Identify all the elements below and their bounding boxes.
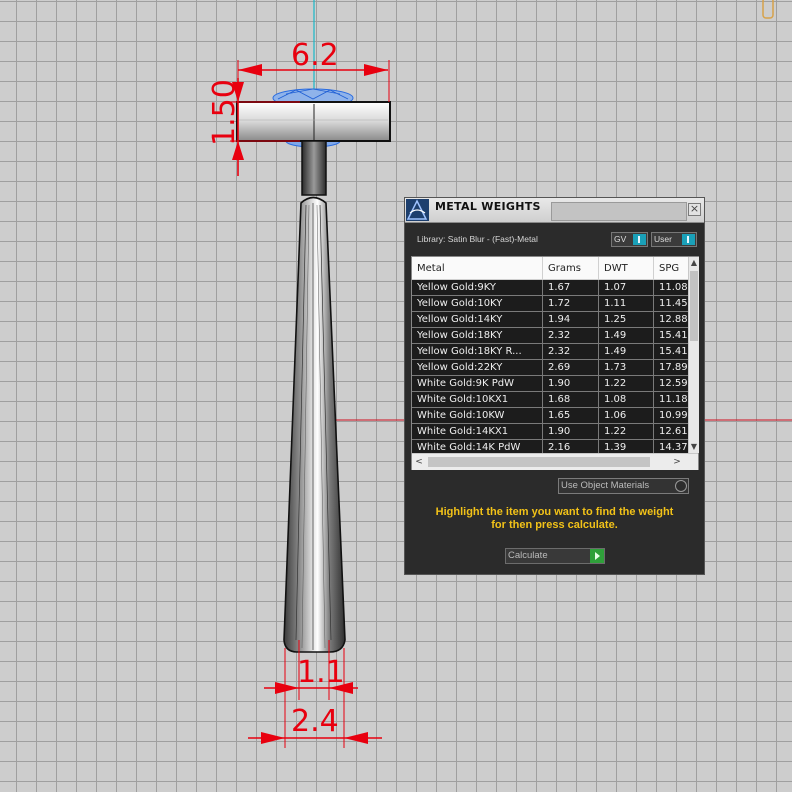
user-toggle[interactable]: User	[651, 232, 697, 247]
instructions-line-1: Highlight the item you want to find the …	[435, 506, 674, 518]
dwt-cell: 1.49	[598, 328, 653, 344]
app-logo-icon	[406, 199, 429, 221]
scroll-right-icon[interactable]: >	[670, 454, 684, 470]
table-row[interactable]: Yellow Gold:22KY 2.69 1.73 17.89	[412, 360, 688, 376]
grams-cell: 1.68	[542, 392, 598, 408]
table-row[interactable]: Yellow Gold:10KY 1.72 1.11 11.45	[412, 296, 688, 312]
table-header-row: Metal Grams DWT SPG	[412, 257, 688, 280]
spg-cell: 10.99	[653, 408, 688, 424]
dim-outer-width-label: 2.4	[291, 704, 339, 739]
spg-cell: 15.41	[653, 328, 688, 344]
dwt-cell: 1.08	[598, 392, 653, 408]
metal-grid: Metal Grams DWT SPG Yellow Gold:9KY 1.67 1…	[412, 257, 688, 453]
horizontal-scrollbar[interactable]: < >	[412, 453, 698, 470]
dim-inner-width-label: 1.1	[297, 655, 345, 690]
panel-title: METAL WEIGHTS	[435, 200, 541, 213]
grams-cell: 1.67	[542, 280, 598, 296]
grams-cell: 2.69	[542, 360, 598, 376]
grams-cell: 1.90	[542, 424, 598, 440]
horizontal-scroll-thumb[interactable]	[428, 457, 650, 467]
user-toggle-label: User	[654, 234, 672, 244]
dim-top-height-label: 1.50	[207, 79, 242, 146]
metal-cell: White Gold:10KW	[412, 408, 542, 424]
close-button[interactable]: ×	[688, 203, 701, 216]
metal-weights-panel: METAL WEIGHTS × Library: Satin Blur - (F…	[404, 197, 705, 575]
spg-cell: 11.18	[653, 392, 688, 408]
dwt-cell: 1.06	[598, 408, 653, 424]
metal-cell: Yellow Gold:18KY R...	[412, 344, 542, 360]
table-row[interactable]: White Gold:14K PdW 2.16 1.39 14.37	[412, 440, 688, 453]
spg-cell: 11.08	[653, 280, 688, 296]
dwt-cell: 1.07	[598, 280, 653, 296]
metal-cell: White Gold:10KX1	[412, 392, 542, 408]
vertical-scroll-thumb[interactable]	[690, 271, 698, 341]
metal-cell: White Gold:14KX1	[412, 424, 542, 440]
column-header-grams[interactable]: Grams	[542, 257, 598, 280]
dwt-cell: 1.11	[598, 296, 653, 312]
grams-cell: 2.32	[542, 328, 598, 344]
grams-cell: 1.90	[542, 376, 598, 392]
dim-top-width-label: 6.2	[291, 38, 339, 73]
metal-cell: Yellow Gold:10KY	[412, 296, 542, 312]
metal-cell: Yellow Gold:22KY	[412, 360, 542, 376]
grams-cell: 1.72	[542, 296, 598, 312]
calculate-button[interactable]: Calculate	[505, 548, 605, 564]
corner-marker	[762, 0, 774, 19]
dwt-cell: 1.22	[598, 424, 653, 440]
use-object-materials-label: Use Object Materials	[561, 480, 650, 491]
use-object-materials-toggle[interactable]: Use Object Materials	[558, 478, 689, 494]
dwt-cell: 1.49	[598, 344, 653, 360]
spg-cell: 12.88	[653, 312, 688, 328]
metal-table: Metal Grams DWT SPG Yellow Gold:9KY 1.67 1…	[411, 256, 699, 470]
vertical-scrollbar[interactable]: ▲ ▼	[688, 257, 699, 453]
table-row[interactable]: Yellow Gold:14KY 1.94 1.25 12.88	[412, 312, 688, 328]
grams-cell: 1.94	[542, 312, 598, 328]
gv-toggle[interactable]: GV	[611, 232, 648, 247]
radio-icon	[675, 480, 687, 492]
column-header-metal[interactable]: Metal	[412, 257, 542, 280]
spg-cell: 12.61	[653, 424, 688, 440]
table-row[interactable]: White Gold:10KW 1.65 1.06 10.99	[412, 408, 688, 424]
table-row[interactable]: Yellow Gold:18KY R... 2.32 1.49 15.41	[412, 344, 688, 360]
library-label: Library: Satin Blur - (Fast)-Metal	[417, 234, 538, 244]
play-arrow-icon	[590, 549, 604, 563]
title-tab	[551, 202, 687, 221]
metal-cell: White Gold:14K PdW	[412, 440, 542, 453]
panel-titlebar[interactable]: METAL WEIGHTS ×	[405, 198, 704, 223]
dwt-cell: 1.39	[598, 440, 653, 453]
ring-neck	[301, 140, 327, 196]
table-row[interactable]: Yellow Gold:18KY 2.32 1.49 15.41	[412, 328, 688, 344]
toggle-switch-icon	[633, 234, 646, 245]
metal-cell: Yellow Gold:9KY	[412, 280, 542, 296]
metal-cell: White Gold:9K PdW	[412, 376, 542, 392]
gv-toggle-label: GV	[614, 234, 627, 244]
scroll-down-icon[interactable]: ▼	[689, 441, 699, 453]
metal-cell: Yellow Gold:14KY	[412, 312, 542, 328]
instructions-line-2: for then press calculate.	[491, 519, 618, 531]
grams-cell: 2.32	[542, 344, 598, 360]
table-row[interactable]: Yellow Gold:9KY 1.67 1.07 11.08	[412, 280, 688, 296]
metal-cell: Yellow Gold:18KY	[412, 328, 542, 344]
column-header-dwt[interactable]: DWT	[598, 257, 653, 280]
ring-shank	[283, 196, 346, 653]
table-row[interactable]: White Gold:10KX1 1.68 1.08 11.18	[412, 392, 688, 408]
spg-cell: 17.89	[653, 360, 688, 376]
grams-cell: 1.65	[542, 408, 598, 424]
spg-cell: 11.45	[653, 296, 688, 312]
scroll-up-icon[interactable]: ▲	[689, 257, 699, 269]
spg-cell: 14.37	[653, 440, 688, 453]
table-row[interactable]: White Gold:9K PdW 1.90 1.22 12.59	[412, 376, 688, 392]
scroll-left-icon[interactable]: <	[412, 454, 426, 470]
spg-cell: 15.41	[653, 344, 688, 360]
column-header-spg[interactable]: SPG	[653, 257, 688, 280]
toggle-switch-icon	[682, 234, 695, 245]
instructions-text: Highlight the item you want to find the …	[405, 506, 704, 532]
grams-cell: 2.16	[542, 440, 598, 453]
dwt-cell: 1.25	[598, 312, 653, 328]
spg-cell: 12.59	[653, 376, 688, 392]
dwt-cell: 1.22	[598, 376, 653, 392]
dwt-cell: 1.73	[598, 360, 653, 376]
table-row[interactable]: White Gold:14KX1 1.90 1.22 12.61	[412, 424, 688, 440]
calculate-label: Calculate	[508, 550, 548, 561]
